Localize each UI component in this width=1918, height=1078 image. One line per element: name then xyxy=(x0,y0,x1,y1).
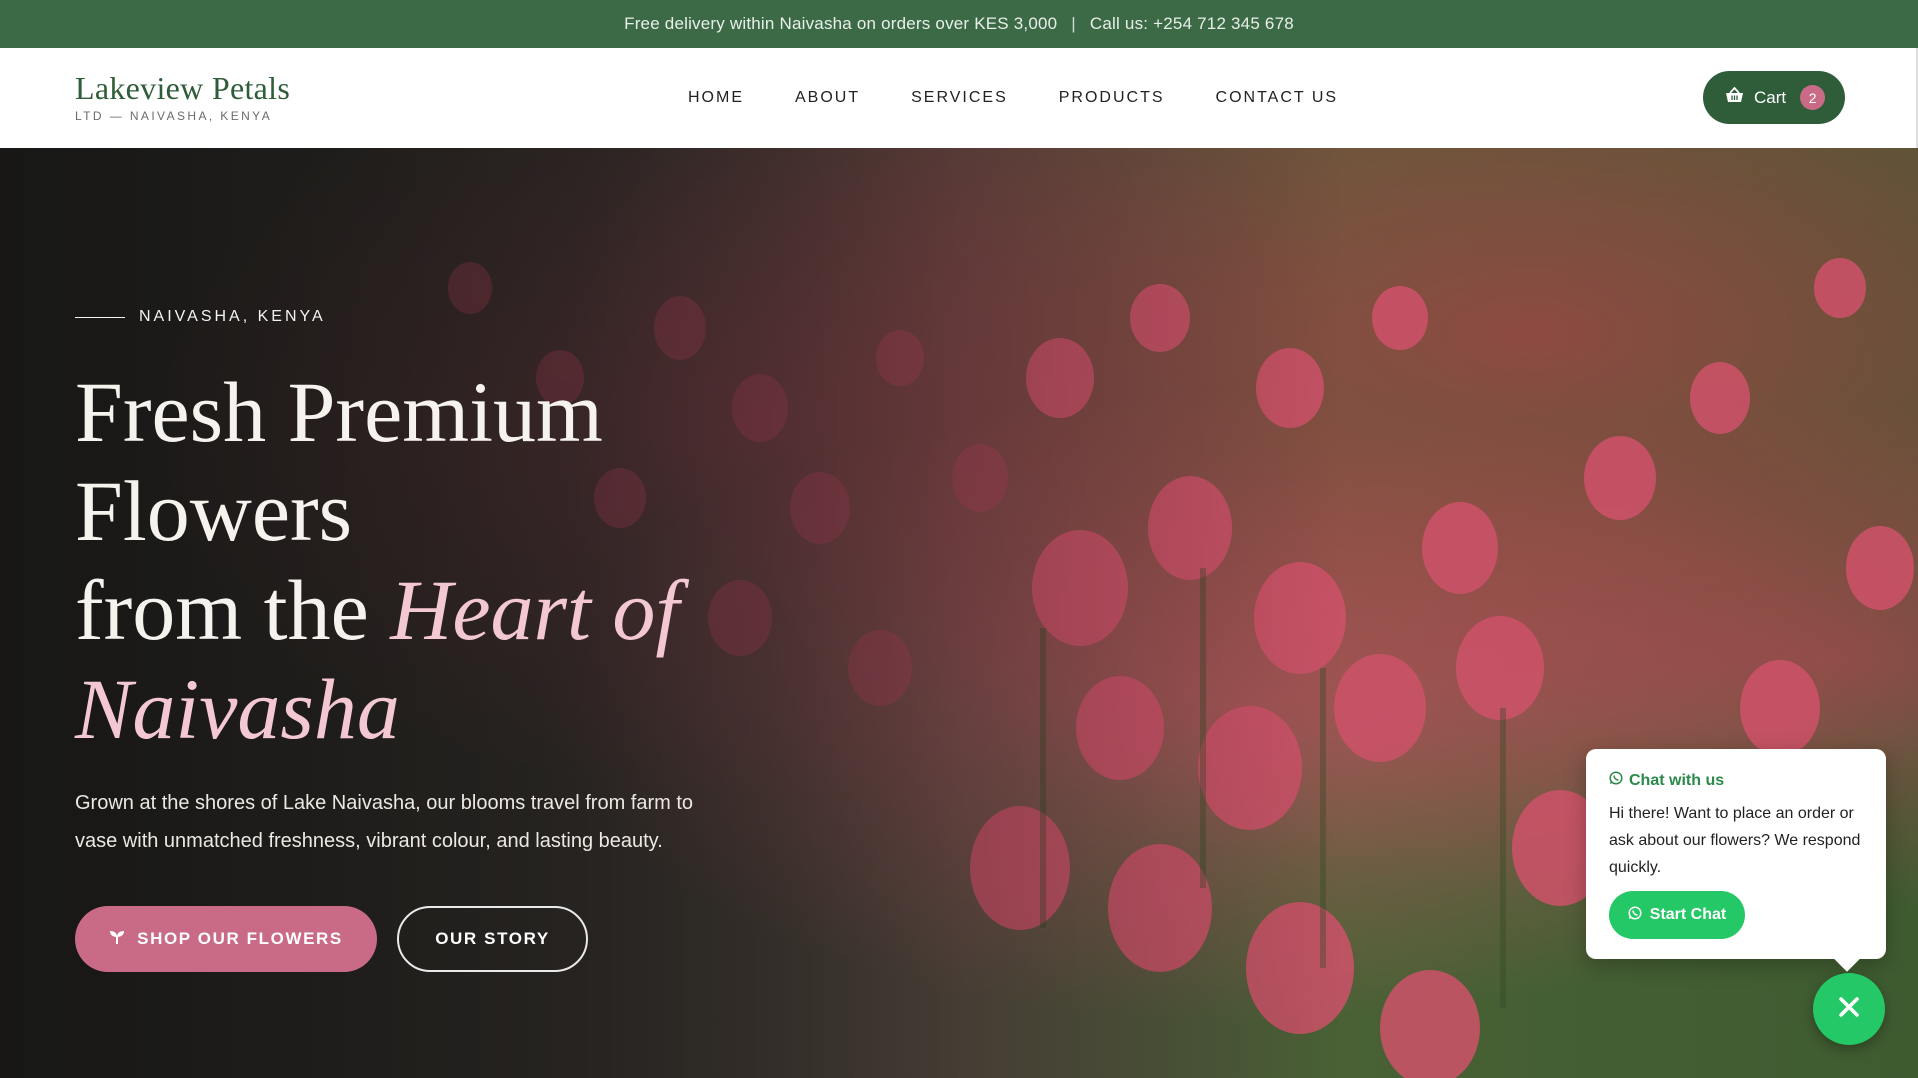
site-header: Lakeview Petals LTD — NAIVASHA, KENYA HO… xyxy=(0,48,1918,148)
shop-flowers-label: SHOP OUR FLOWERS xyxy=(137,929,343,948)
headline-accent-1: Heart of xyxy=(390,562,680,658)
nav-about[interactable]: ABOUT xyxy=(795,89,860,107)
cart-label: Cart xyxy=(1754,87,1787,107)
phone-contact[interactable]: Call us: +254 712 345 678 xyxy=(1090,14,1294,34)
basket-icon xyxy=(1725,86,1744,108)
cart-button[interactable]: Cart 2 xyxy=(1703,71,1845,124)
close-icon xyxy=(1838,996,1860,1023)
chat-title: Chat with us xyxy=(1629,771,1725,789)
nav-products[interactable]: PRODUCTS xyxy=(1059,89,1165,107)
whatsapp-icon xyxy=(1609,771,1623,790)
hero-location: NAIVASHA, KENYA xyxy=(139,308,326,325)
nav-services[interactable]: SERVICES xyxy=(911,89,1008,107)
headline-line-2: Flowers xyxy=(75,463,353,559)
whatsapp-icon xyxy=(1628,905,1642,925)
headline-line-1: Fresh Premium xyxy=(75,364,603,460)
delivery-notice: Free delivery within Naivasha on orders … xyxy=(624,14,1058,33)
headline-line-3: from the xyxy=(75,562,391,658)
chat-close-button[interactable] xyxy=(1813,973,1885,1045)
shop-flowers-button[interactable]: SHOP OUR FLOWERS xyxy=(75,906,377,972)
chat-message: Hi there! Want to place an order or ask … xyxy=(1609,805,1861,876)
hero-headline: Fresh Premium Flowers from the Heart of … xyxy=(75,363,775,759)
brand-logo[interactable]: Lakeview Petals LTD — NAIVASHA, KENYA xyxy=(75,72,290,123)
nav-contact-us[interactable]: CONTACT US xyxy=(1216,89,1339,107)
our-story-button[interactable]: OUR STORY xyxy=(397,906,588,972)
hero-eyebrow: NAIVASHA, KENYA xyxy=(75,308,326,326)
topbar-separator: | xyxy=(1071,14,1076,33)
cart-count-badge: 2 xyxy=(1800,85,1826,110)
headline-accent-2: Naivasha xyxy=(75,661,400,757)
sprout-icon xyxy=(109,929,125,950)
main-nav: HOME ABOUT SERVICES PRODUCTS CONTACT US xyxy=(688,48,1338,148)
brand-name: Lakeview Petals xyxy=(75,70,291,106)
chat-header: Chat with us xyxy=(1609,771,1864,790)
eyebrow-divider xyxy=(75,316,125,318)
brand-tagline: LTD — NAIVASHA, KENYA xyxy=(75,109,273,123)
hero-intro: Grown at the shores of Lake Naivasha, ou… xyxy=(75,792,694,852)
nav-home[interactable]: HOME xyxy=(688,89,744,107)
our-story-label: OUR STORY xyxy=(435,929,550,948)
chat-popup: Chat with us Hi there! Want to place an … xyxy=(1586,749,1886,959)
announcement-bar: Free delivery within Naivasha on orders … xyxy=(0,0,1918,48)
start-chat-label: Start Chat xyxy=(1649,906,1727,923)
start-chat-button[interactable]: Start Chat xyxy=(1609,891,1745,939)
